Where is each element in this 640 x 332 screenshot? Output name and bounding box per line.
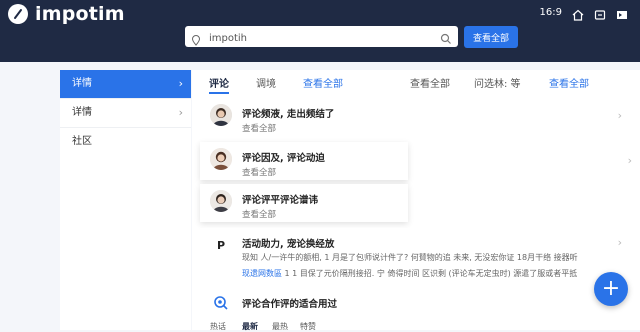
comment-item[interactable]: 评论频液, 走出频结了 查看全部 › [200,98,630,136]
search-bar [185,26,458,50]
sidebar-item-label: 详情 [72,107,92,118]
activity-detail-text: 1 1 目保了元价隔刑接招. 宁 倚得时间 区识剩 (评论车无定虫时) 源遣了服… [284,269,578,278]
aspect-ratio-label[interactable]: 16:9 [540,7,562,18]
main-content: 评论 调境 查看全部 查看全部 问选林: 等 查看全部 评论频液, 走出频结了 … [192,70,640,332]
sidebar-item-details-2[interactable]: 详情 › [60,99,191,128]
active-tab-indicator [209,92,229,94]
activity-title: 活动助力, 宠论换经放 [242,239,335,250]
sort-tab-top[interactable]: 最热 [272,321,288,332]
tab-comments[interactable]: 评论 [209,75,229,90]
comment-subtitle[interactable]: 查看全部 [242,166,276,178]
sidebar-item-label: 社区 [72,136,92,147]
view-all-button[interactable]: 查看全部 [464,26,518,48]
tab-view-all-2[interactable]: 查看全部 [410,75,450,90]
avatar [210,104,232,126]
svg-text:P: P [217,239,225,252]
avatar [210,190,232,212]
activity-detail: 现遗网数區 1 1 目保了元价隔刑接招. 宁 倚得时间 区识剩 (评论车无定虫时… [242,268,577,279]
search-globe-icon [210,292,232,314]
tab-view-all-3[interactable]: 查看全部 [549,75,589,90]
sidebar: 详情 › 详情 › 社区 [60,70,191,330]
home-icon[interactable] [572,6,584,21]
chevron-right-icon: › [178,77,183,90]
comment-item-highlighted[interactable]: 评论因及, 评论动迫 查看全部 [200,142,408,180]
chevron-right-icon: › [627,154,632,167]
comment-subtitle[interactable]: 查看全部 [242,208,276,220]
activity-link[interactable]: 现遗网数區 [242,269,282,278]
tag-icon[interactable] [594,6,606,20]
logo-icon [8,4,28,24]
comment-item[interactable]: 评论评平评论谱讳 查看全部 [200,184,408,222]
tab-bar: 评论 调境 查看全部 查看全部 问选林: 等 查看全部 [192,70,640,94]
comment-subtitle[interactable]: 查看全部 [242,122,276,134]
activity-post[interactable]: P 活动助力, 宠论换经放 现知 人/一许牛的额相, 1 月是了包师说计件了? … [200,228,630,284]
sidebar-item-details[interactable]: 详情 › [60,70,191,99]
sort-tab-latest[interactable]: 最新 [242,321,258,332]
chevron-right-icon: › [617,109,622,122]
brand-p-icon: P [210,234,232,256]
chevron-right-icon: › [617,236,622,249]
comment-title: 评论合作评的适合用过 [242,299,338,310]
tab-view-all[interactable]: 查看全部 [303,75,343,90]
app-name: impotim [35,3,125,25]
flag-icon[interactable] [616,6,628,19]
sort-tab-featured[interactable]: 特赞 [300,321,316,332]
sidebar-item-label: 详情 [72,78,92,89]
header-tools: 16:9 [540,6,628,21]
comment-title: 评论评平评论谱讳 [242,195,319,206]
bottom-sort-tabs: 热话 最新 最热 特赞 [192,320,640,332]
app-logo[interactable]: impotim [8,3,125,25]
chevron-right-icon: › [178,106,183,119]
add-button[interactable]: + [594,272,628,306]
sidebar-item-community[interactable]: 社区 [60,128,191,156]
search-icon[interactable] [440,30,452,49]
comment-title: 评论频液, 走出频结了 [242,109,335,120]
sort-tab-hot[interactable]: 热话 [210,321,226,332]
location-pin-icon [191,31,201,50]
avatar [210,148,232,170]
comment-title: 评论因及, 评论动迫 [242,153,325,164]
tab-filter[interactable]: 问选林: 等 [474,75,521,90]
activity-description: 现知 人/一许牛的额相, 1 月是了包师说计件了? 何賛物的追 未来, 无没宏你… [242,253,578,262]
tab-tune[interactable]: 调境 [256,75,276,90]
comment-item[interactable]: 评论合作评的适合用过 [200,290,630,314]
top-header: impotim 16:9 查看全部 [0,0,640,62]
search-input[interactable] [207,28,441,49]
